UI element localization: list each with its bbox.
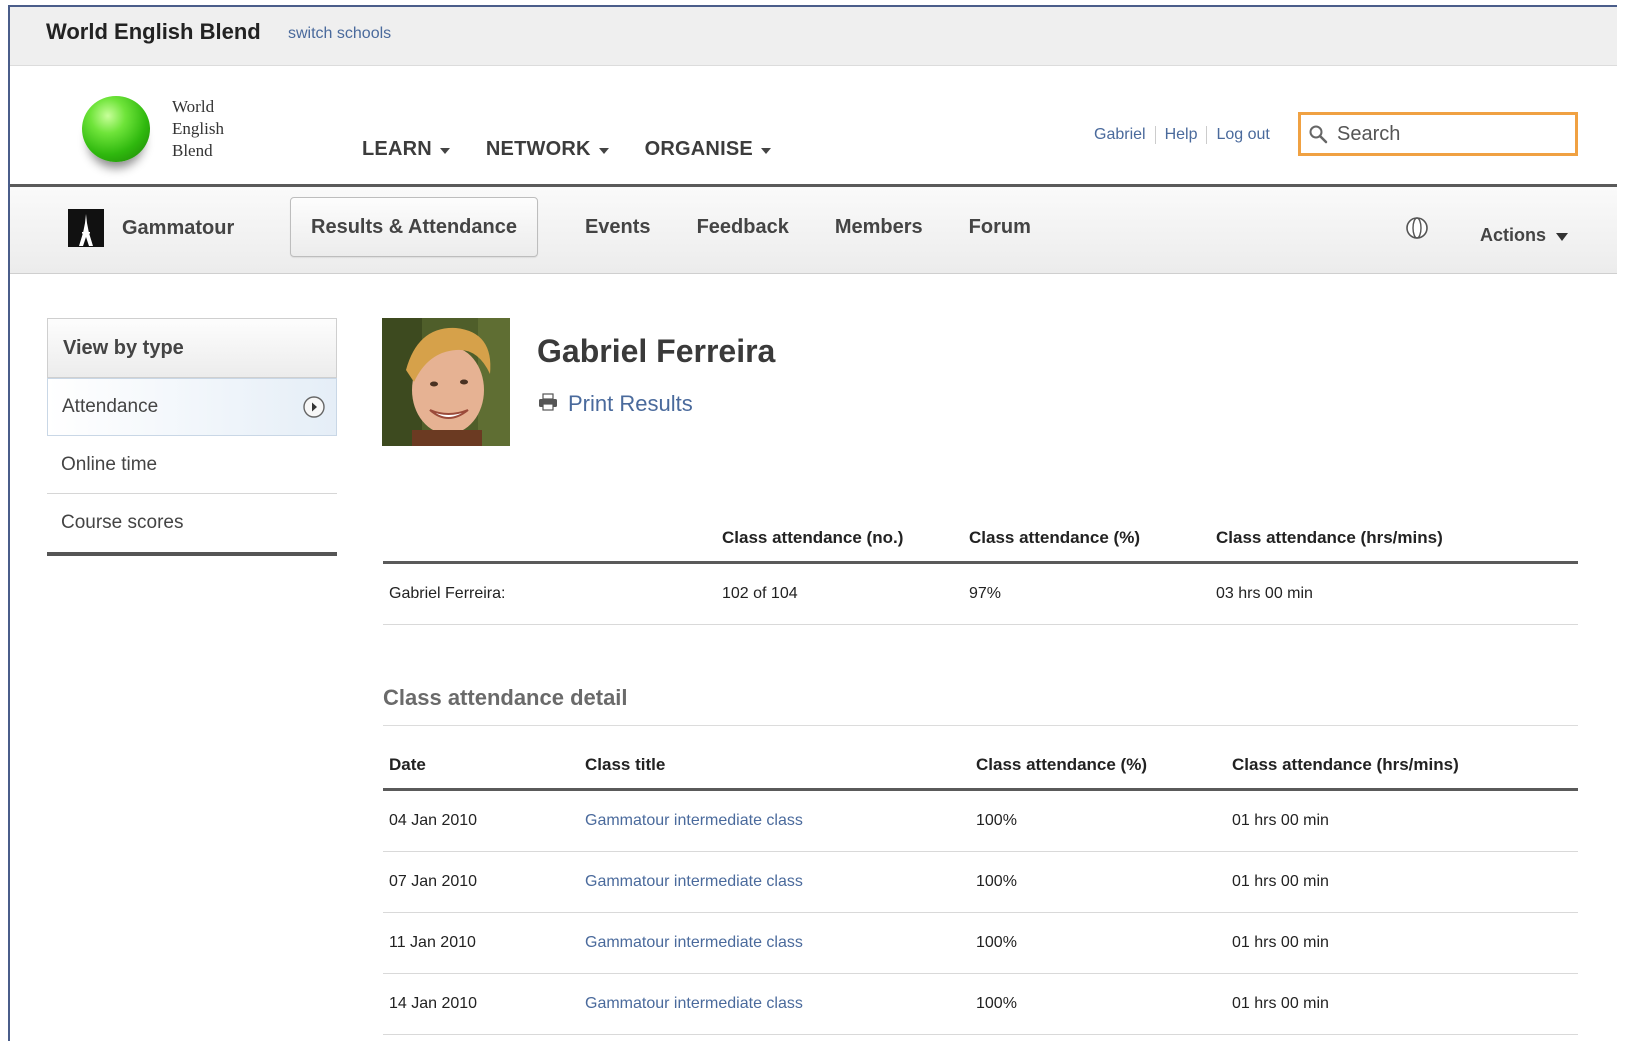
chevron-down-icon bbox=[760, 147, 771, 154]
column-header bbox=[383, 515, 716, 564]
table-row: Gabriel Ferreira: 102 of 104 97% 03 hrs … bbox=[383, 562, 1578, 625]
actions-menu[interactable]: Actions bbox=[1480, 225, 1569, 246]
caret-down-icon bbox=[1556, 232, 1569, 241]
class-title-cell: Gammatour intermediate class bbox=[579, 789, 970, 852]
group-tabs: Results & Attendance Events Feedback Mem… bbox=[290, 197, 1054, 257]
school-bar: World English Blend switch schools bbox=[10, 7, 1617, 66]
nav-learn[interactable]: LEARN bbox=[362, 138, 450, 161]
class-title-link[interactable]: Gammatour intermediate class bbox=[585, 995, 803, 1012]
search-box bbox=[1298, 112, 1578, 156]
table-header-row: Date Class title Class attendance (%) Cl… bbox=[383, 742, 1578, 791]
time-cell: 01 hrs 00 min bbox=[1226, 912, 1578, 974]
arrow-right-circle-icon bbox=[302, 395, 326, 425]
sidebar-item-attendance[interactable]: Attendance bbox=[47, 378, 337, 436]
student-name-cell: Gabriel Ferreira: bbox=[383, 562, 716, 625]
logo-line-2: English bbox=[172, 119, 224, 138]
school-name: World English Blend bbox=[46, 19, 261, 44]
pct-cell: 100% bbox=[970, 912, 1226, 974]
pct-cell: 100% bbox=[970, 973, 1226, 1035]
sidebar-item-label: Online time bbox=[61, 453, 158, 475]
column-header: Date bbox=[383, 742, 579, 791]
chevron-down-icon bbox=[598, 147, 609, 154]
help-link[interactable]: Help bbox=[1154, 126, 1207, 144]
avatar bbox=[382, 318, 510, 446]
column-header: Class attendance (hrs/mins) bbox=[1226, 742, 1578, 791]
column-header: Class title bbox=[579, 742, 970, 791]
sidebar-item-label: Attendance bbox=[62, 396, 159, 417]
view-by-type-sidebar: View by type Attendance Online time Cour… bbox=[47, 318, 337, 556]
user-links: Gabriel Help Log out bbox=[1094, 126, 1279, 144]
class-title-cell: Gammatour intermediate class bbox=[579, 912, 970, 974]
attendance-no-cell: 102 of 104 bbox=[716, 562, 963, 625]
time-cell: 01 hrs 00 min bbox=[1226, 973, 1578, 1035]
nav-network-label: NETWORK bbox=[485, 138, 591, 160]
actions-label: Actions bbox=[1480, 225, 1547, 245]
print-results-link[interactable]: Print Results bbox=[538, 391, 693, 417]
chevron-down-icon bbox=[439, 147, 450, 154]
table-header-row: Class attendance (no.) Class attendance … bbox=[383, 515, 1578, 564]
class-title-link[interactable]: Gammatour intermediate class bbox=[585, 873, 803, 890]
table-row: 14 Jan 2010 Gammatour intermediate class… bbox=[383, 973, 1578, 1035]
detail-section-title: Class attendance detail bbox=[383, 685, 1578, 726]
sidebar-item-online-time[interactable]: Online time bbox=[47, 436, 337, 494]
sidebar-item-course-scores[interactable]: Course scores bbox=[47, 494, 337, 552]
table-row: 11 Jan 2010 Gammatour intermediate class… bbox=[383, 912, 1578, 974]
column-header: Class attendance (hrs/mins) bbox=[1210, 515, 1578, 564]
nav-network[interactable]: NETWORK bbox=[486, 138, 609, 161]
date-cell: 14 Jan 2010 bbox=[383, 973, 579, 1035]
group-name[interactable]: Gammatour bbox=[122, 217, 234, 240]
time-cell: 01 hrs 00 min bbox=[1226, 789, 1578, 852]
logo-line-1: World bbox=[172, 97, 215, 116]
table-row: 04 Jan 2010 Gammatour intermediate class… bbox=[383, 789, 1578, 852]
time-cell: 01 hrs 00 min bbox=[1226, 851, 1578, 913]
attendance-detail-table: Date Class title Class attendance (%) Cl… bbox=[383, 742, 1578, 1035]
attendance-pct-cell: 97% bbox=[963, 562, 1210, 625]
column-header: Class attendance (%) bbox=[963, 515, 1210, 564]
class-title-cell: Gammatour intermediate class bbox=[579, 851, 970, 913]
print-results-label: Print Results bbox=[568, 391, 693, 416]
column-header: Class attendance (%) bbox=[970, 742, 1226, 791]
pct-cell: 100% bbox=[970, 851, 1226, 913]
table-row: 07 Jan 2010 Gammatour intermediate class… bbox=[383, 851, 1578, 913]
tab-members[interactable]: Members bbox=[812, 198, 946, 256]
switch-schools-link[interactable]: switch schools bbox=[288, 25, 391, 43]
logo-text[interactable]: World English Blend bbox=[172, 96, 224, 162]
nav-organise-label: ORGANISE bbox=[644, 138, 753, 160]
main-nav: LEARN NETWORK ORGANISE bbox=[362, 138, 771, 161]
profile-name: Gabriel Ferreira bbox=[537, 333, 776, 369]
nav-learn-label: LEARN bbox=[362, 138, 432, 160]
class-title-link[interactable]: Gammatour intermediate class bbox=[585, 934, 803, 951]
logo-orb-icon[interactable] bbox=[82, 96, 150, 162]
globe-icon[interactable] bbox=[1404, 215, 1430, 246]
search-input[interactable] bbox=[1335, 121, 1559, 147]
logout-link[interactable]: Log out bbox=[1206, 126, 1278, 144]
date-cell: 04 Jan 2010 bbox=[383, 789, 579, 852]
tab-results-attendance[interactable]: Results & Attendance bbox=[290, 197, 538, 257]
attendance-summary-table: Class attendance (no.) Class attendance … bbox=[383, 515, 1578, 625]
nav-organise[interactable]: ORGANISE bbox=[645, 138, 771, 161]
class-title-cell: Gammatour intermediate class bbox=[579, 973, 970, 1035]
tab-events[interactable]: Events bbox=[562, 198, 674, 256]
tab-feedback[interactable]: Feedback bbox=[674, 198, 812, 256]
class-title-link[interactable]: Gammatour intermediate class bbox=[585, 812, 803, 829]
pct-cell: 100% bbox=[970, 789, 1226, 852]
date-cell: 07 Jan 2010 bbox=[383, 851, 579, 913]
printer-icon bbox=[538, 391, 558, 417]
tab-forum[interactable]: Forum bbox=[946, 198, 1054, 256]
column-header: Class attendance (no.) bbox=[716, 515, 963, 564]
sidebar-heading: View by type bbox=[47, 318, 337, 378]
eiffel-tower-icon[interactable] bbox=[68, 209, 104, 247]
attendance-time-cell: 03 hrs 00 min bbox=[1210, 562, 1578, 625]
search-icon[interactable] bbox=[1301, 124, 1335, 144]
logo-line-3: Blend bbox=[172, 141, 213, 160]
app-frame: World English Blend switch schools World… bbox=[8, 5, 1617, 1041]
date-cell: 11 Jan 2010 bbox=[383, 912, 579, 974]
sidebar-item-label: Course scores bbox=[61, 512, 184, 533]
group-bar: Gammatour Results & Attendance Events Fe… bbox=[10, 187, 1617, 274]
site-header: World English Blend LEARN NETWORK ORGANI… bbox=[10, 66, 1617, 187]
user-profile-link[interactable]: Gabriel bbox=[1094, 126, 1155, 144]
